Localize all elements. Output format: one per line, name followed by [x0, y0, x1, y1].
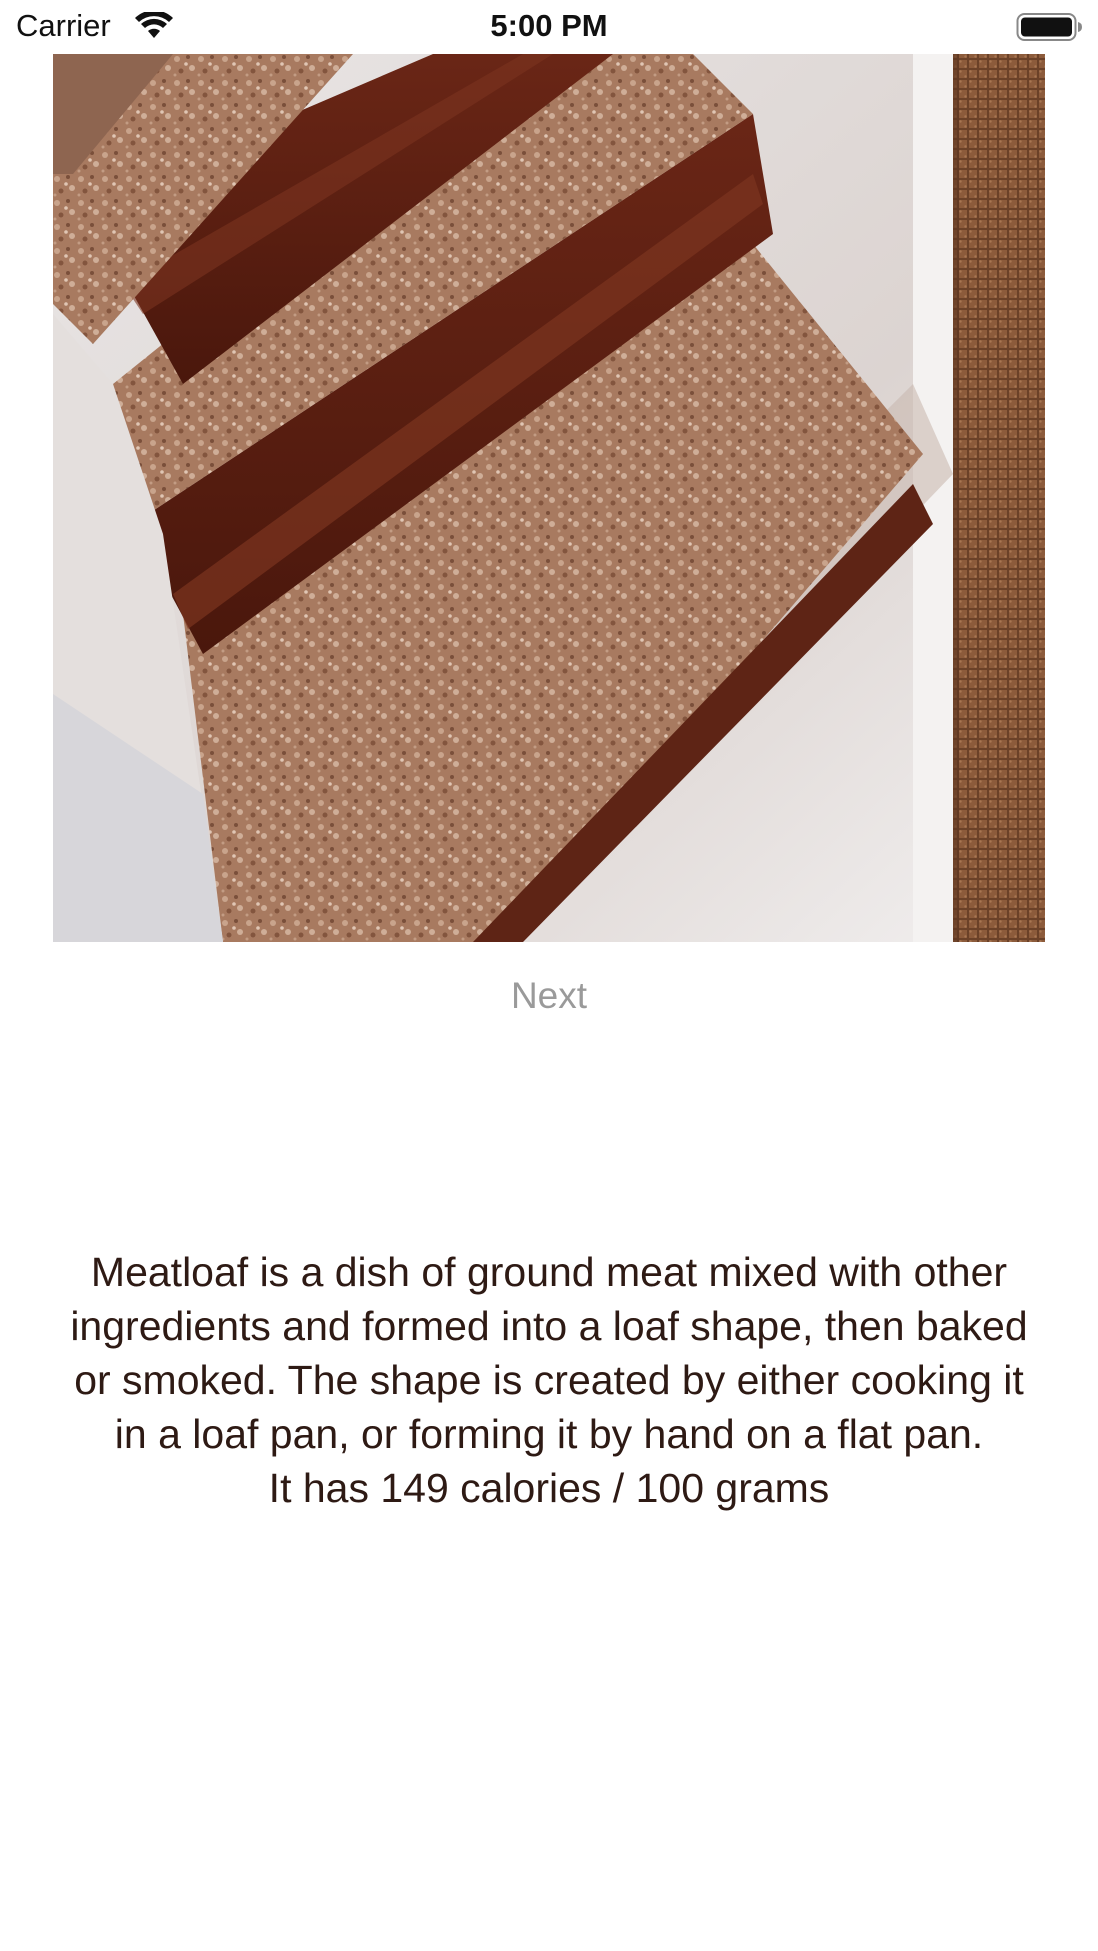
description-text: Meatloaf is a dish of ground meat mixed …: [70, 1249, 1028, 1457]
meatloaf-photo: [53, 54, 1045, 942]
calories-text: It has 149 calories / 100 grams: [268, 1465, 830, 1511]
battery-icon: [1016, 13, 1082, 41]
status-bar: Carrier 5:00 PM: [0, 0, 1098, 54]
next-button[interactable]: Next: [0, 975, 1098, 1017]
food-description: Meatloaf is a dish of ground meat mixed …: [55, 1245, 1043, 1515]
clock-time: 5:00 PM: [490, 8, 608, 43]
